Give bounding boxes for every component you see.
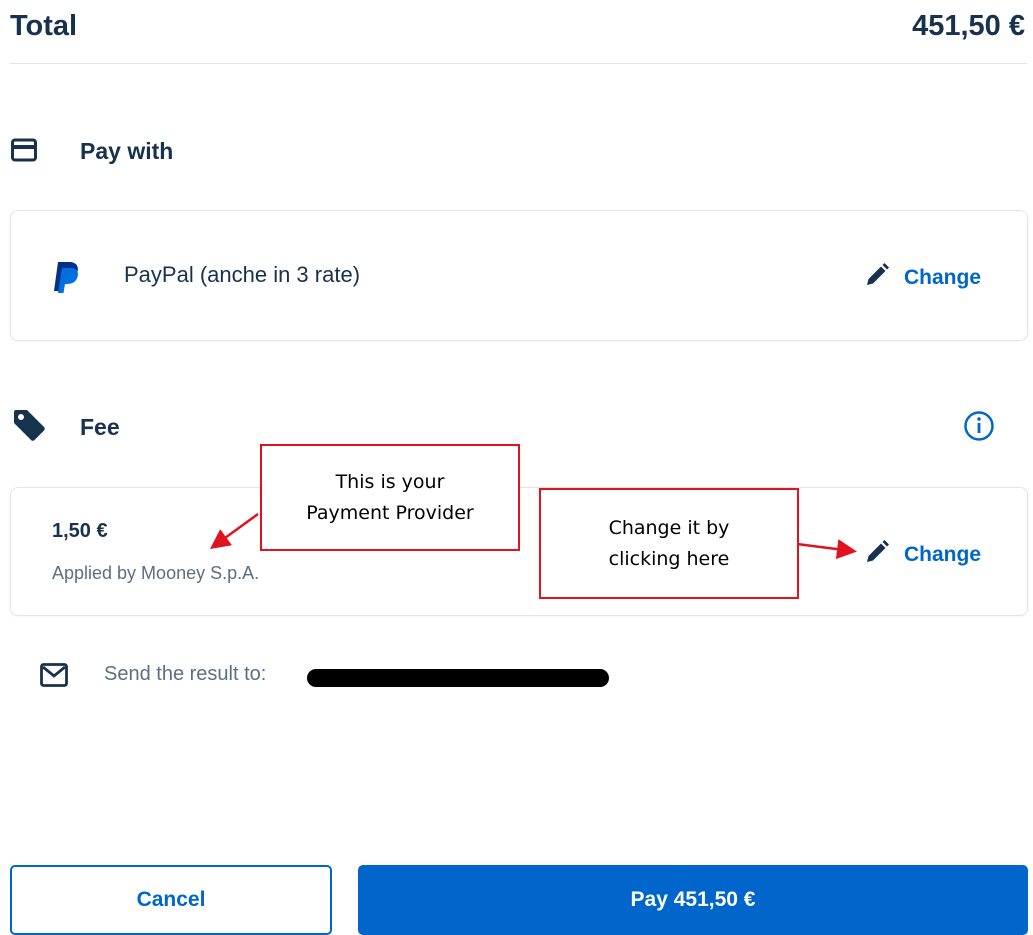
pay-button[interactable]: Pay 451,50 € bbox=[358, 865, 1028, 935]
arrow-to-provider bbox=[209, 512, 259, 549]
annotation-payment-provider: This is your Payment Provider bbox=[260, 444, 520, 551]
annotation-text: clicking here bbox=[608, 547, 730, 570]
redacted-email bbox=[307, 669, 609, 687]
annotation-text: Payment Provider bbox=[306, 501, 474, 524]
send-result-label: Send the result to: bbox=[104, 663, 267, 685]
annotation-text: Change it by bbox=[608, 516, 730, 539]
envelope-icon bbox=[40, 663, 68, 687]
cancel-button[interactable]: Cancel bbox=[10, 865, 332, 935]
annotation-change-hint: Change it by clicking here bbox=[539, 488, 799, 599]
arrow-to-change bbox=[796, 539, 857, 560]
annotation-text: This is your bbox=[335, 470, 445, 493]
